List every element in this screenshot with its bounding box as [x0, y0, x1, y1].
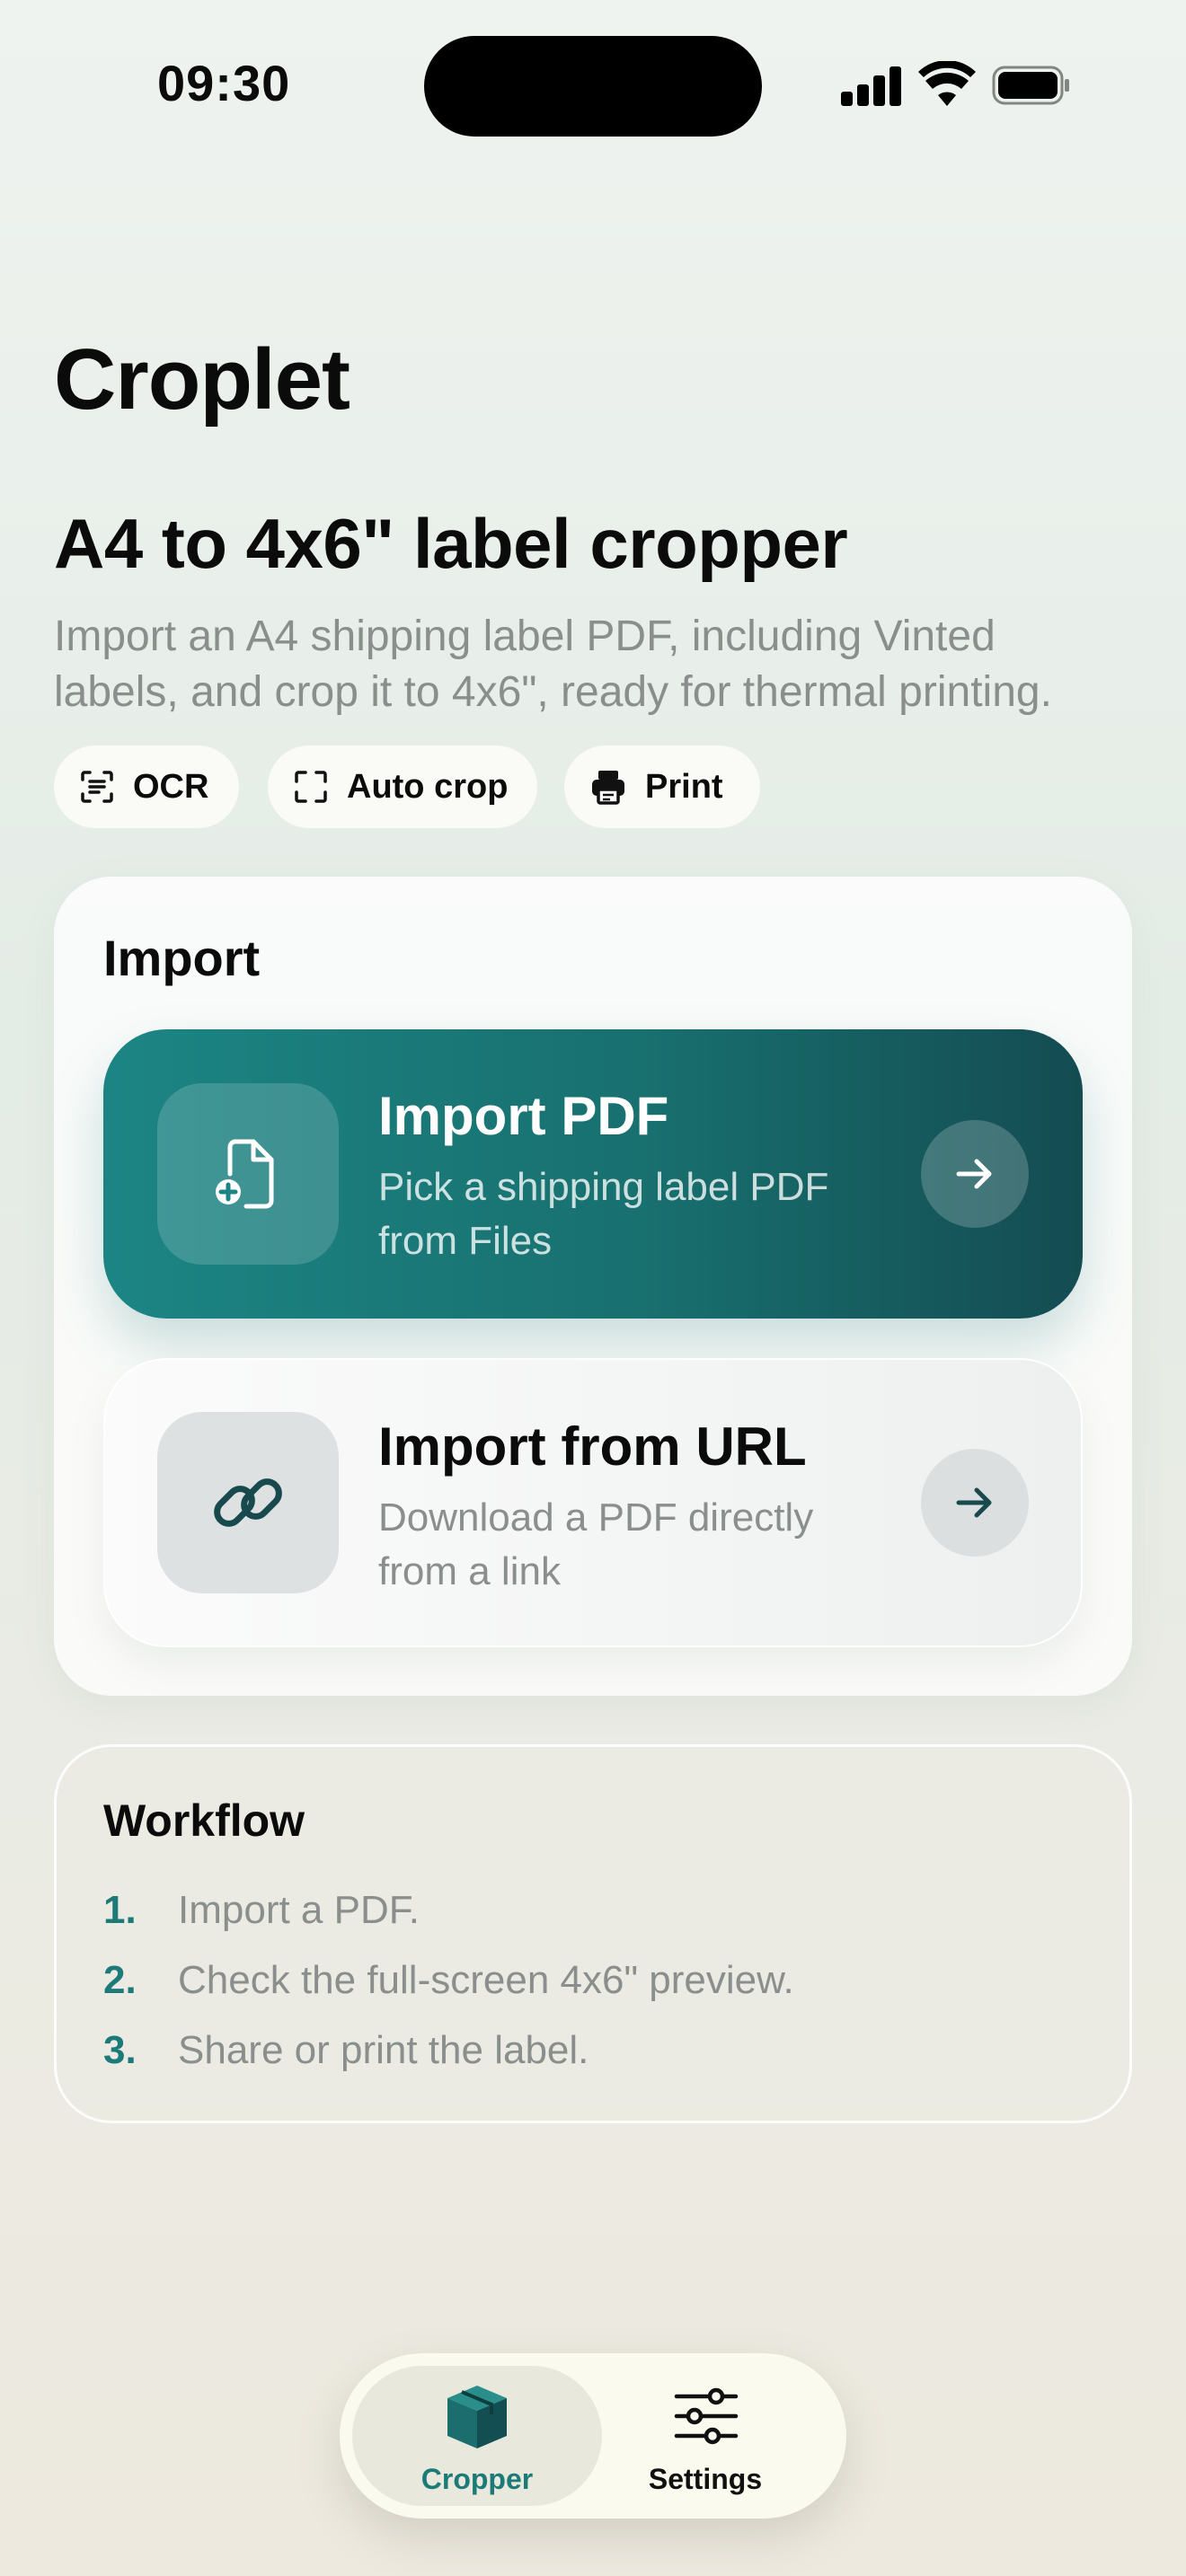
- import-url-title: Import from URL: [378, 1416, 807, 1477]
- chip-label: OCR: [133, 767, 209, 806]
- hero-description: Import an A4 shipping label PDF, includi…: [54, 609, 1132, 720]
- tab-cropper[interactable]: Cropper: [352, 2366, 602, 2506]
- import-pdf-arrow: [921, 1120, 1029, 1228]
- import-pdf-subtitle: Pick a shipping label PDF from Files: [378, 1160, 828, 1268]
- description-line: Import an A4 shipping label PDF, includi…: [54, 613, 996, 660]
- chip-auto-crop: Auto crop: [268, 745, 537, 828]
- tab-label: Cropper: [420, 2463, 534, 2495]
- crop-corners-icon: [295, 771, 327, 803]
- hero-headline: A4 to 4x6" label cropper: [54, 504, 848, 583]
- subtitle-line: from a link: [378, 1549, 561, 1593]
- printer-icon: [592, 771, 624, 805]
- ocr-scan-icon: [81, 771, 113, 803]
- step-text: Check the full-screen 4x6" preview.: [178, 1958, 794, 2002]
- import-url-subtitle: Download a PDF directly from a link: [378, 1491, 813, 1599]
- subtitle-line: Pick a shipping label PDF: [378, 1165, 829, 1209]
- import-pdf-title: Import PDF: [378, 1086, 669, 1146]
- wifi-icon: [918, 60, 976, 108]
- import-card-title: Import: [103, 930, 261, 986]
- step-number: 2.: [103, 1958, 137, 2002]
- cellular-signal-icon: [841, 65, 902, 106]
- import-pdf-icon-tile: [157, 1083, 339, 1265]
- import-pdf-button[interactable]: Import PDF Pick a shipping label PDF fro…: [103, 1029, 1083, 1319]
- step-text: Import a PDF.: [178, 1888, 420, 1932]
- arrow-right-icon: [956, 1487, 992, 1518]
- link-icon: [214, 1478, 282, 1527]
- chip-ocr: OCR: [54, 745, 239, 828]
- app-title: Croplet: [54, 331, 350, 428]
- description-line: labels, and crop it to 4x6", ready for t…: [54, 668, 1052, 716]
- chip-print: Print: [564, 745, 760, 828]
- battery-icon: [992, 65, 1071, 106]
- dynamic-island: [424, 36, 762, 137]
- subtitle-line: Download a PDF directly: [378, 1495, 814, 1539]
- tab-settings[interactable]: Settings: [582, 2366, 832, 2506]
- chip-label: Print: [645, 767, 723, 806]
- step-text: Share or print the label.: [178, 2028, 589, 2072]
- workflow-title: Workflow: [103, 1795, 305, 1846]
- status-time: 09:30: [157, 55, 291, 111]
- step-number: 3.: [103, 2028, 137, 2072]
- sliders-icon: [674, 2387, 739, 2445]
- arrow-right-icon: [956, 1159, 992, 1189]
- import-url-button[interactable]: Import from URL Download a PDF directly …: [103, 1358, 1083, 1647]
- document-add-icon: [216, 1139, 274, 1209]
- subtitle-line: from Files: [378, 1219, 553, 1263]
- box-icon: [447, 2386, 507, 2448]
- step-number: 1.: [103, 1888, 137, 1932]
- import-url-arrow: [921, 1449, 1029, 1557]
- import-url-icon-tile: [157, 1412, 339, 1593]
- tab-label: Settings: [648, 2463, 763, 2495]
- chip-label: Auto crop: [347, 767, 509, 806]
